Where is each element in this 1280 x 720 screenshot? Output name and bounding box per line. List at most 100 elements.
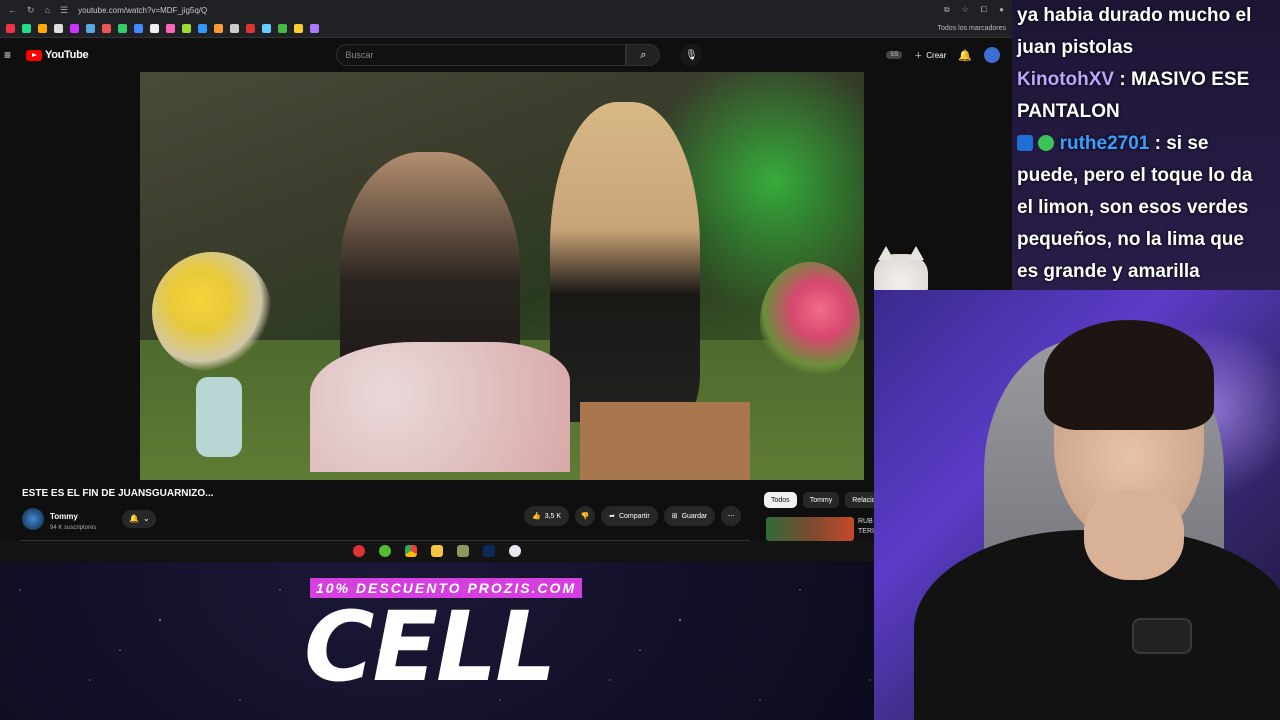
more-actions-button[interactable]: ⋯ <box>721 506 742 526</box>
yellow-bouquet <box>152 252 272 372</box>
youtube-header: ≡ YouTube Buscar ⌕ 🎙 SS ＋ Crear 🔔 <box>0 38 1012 72</box>
hamburger-menu-icon[interactable]: ≡ <box>4 48 18 62</box>
chat-text: el limon, son esos verdes <box>1017 197 1249 218</box>
app-icon[interactable] <box>509 545 521 557</box>
like-button[interactable]: 👍 3,5 K <box>524 506 570 526</box>
share-label: Compartir <box>618 512 650 520</box>
account-avatar[interactable] <box>984 47 1000 63</box>
voice-search-button[interactable]: 🎙 <box>680 44 703 66</box>
more-icon: ⋯ <box>727 513 735 520</box>
channel-info: Tommy 94 K suscriptores 🔔 ⌄ <box>22 506 157 531</box>
streamer-hair <box>1044 320 1214 430</box>
bookmark-icon[interactable] <box>118 24 127 33</box>
like-count: 3,5 K <box>544 512 562 520</box>
chat-text: ya habia durado mucho el <box>1017 5 1252 26</box>
all-bookmarks-link[interactable]: Todos los marcadores <box>938 25 1006 32</box>
pink-bouquet <box>760 262 860 382</box>
chip-all[interactable]: Todos <box>764 492 797 508</box>
bookmark-icon[interactable] <box>230 24 239 33</box>
address-field[interactable]: youtube.com/watch?v=MDF_jig5q/Q <box>78 6 934 15</box>
youtube-logo[interactable]: YouTube <box>26 49 89 61</box>
profile-icon[interactable]: ● <box>999 5 1004 15</box>
bookmark-icon[interactable] <box>310 24 319 33</box>
bookmark-icon[interactable] <box>150 24 159 33</box>
bookmark-icon[interactable] <box>262 24 271 33</box>
chat-app-icon[interactable] <box>379 545 391 557</box>
streamer-hand <box>1084 490 1184 580</box>
bookmark-icon[interactable] <box>198 24 207 33</box>
thumbs-up-icon: 👍 <box>532 513 541 520</box>
ss-badge: SS <box>886 51 903 59</box>
subscriber-count: 94 K suscriptores <box>50 525 97 531</box>
bell-icon: 🔔 <box>129 514 139 523</box>
folder-icon[interactable] <box>431 545 443 557</box>
chat-text: es grande y amarilla <box>1017 261 1200 282</box>
subscription-bell-button[interactable]: 🔔 ⌄ <box>122 509 157 528</box>
create-label: Crear <box>926 50 947 60</box>
bookmark-icon[interactable] <box>182 24 191 33</box>
chat-message: KinotohXV : MASIVO ESE PANTALON <box>1017 64 1276 128</box>
dislike-button[interactable]: 👎 <box>575 506 596 526</box>
save-icon: ⊞ <box>671 513 678 520</box>
share-button[interactable]: ➦ Compartir <box>601 506 658 526</box>
bookmark-icon[interactable] <box>278 24 287 33</box>
bookmark-icon[interactable] <box>54 24 63 33</box>
streamer-webcam <box>874 290 1280 720</box>
create-button[interactable]: ＋ Crear <box>914 50 946 61</box>
photoshop-icon[interactable] <box>483 545 495 557</box>
bookmark-icon[interactable] <box>70 24 79 33</box>
chat-text: : MASIVO ESE <box>1114 69 1250 90</box>
emote-badge-icon <box>1038 135 1055 151</box>
bookmark-icon[interactable] <box>22 24 31 33</box>
chat-text: : si se <box>1149 133 1209 154</box>
chat-text: pequeños, no la lima que <box>1017 229 1244 250</box>
notifications-bell-icon[interactable]: 🔔 <box>958 49 972 62</box>
search-input[interactable]: Buscar <box>336 44 627 66</box>
plus-icon: ＋ <box>914 50 923 60</box>
chrome-icon[interactable] <box>405 545 417 557</box>
channel-name[interactable]: Tommy <box>50 512 78 521</box>
chat-text: puede, pero el toque lo da <box>1017 165 1253 186</box>
share-icon: ➦ <box>609 513 615 520</box>
video-player[interactable] <box>140 72 864 480</box>
chevron-down-icon: ⌄ <box>142 514 150 523</box>
home-icon[interactable]: ⌂ <box>45 5 50 15</box>
bookmark-icon[interactable] <box>214 24 223 33</box>
reload-icon[interactable]: ↻ <box>27 5 35 16</box>
browser-url-bar: ← ↻ ⌂ ☰ youtube.com/watch?v=MDF_jig5q/Q … <box>0 0 1012 20</box>
channel-avatar[interactable] <box>22 507 44 530</box>
save-label: Guardar <box>681 512 708 520</box>
heart-blanket <box>310 342 570 472</box>
bookmark-icon[interactable] <box>6 24 15 33</box>
chat-message: ya habia durado mucho el juan pistolas <box>1017 0 1276 64</box>
video-actions: 👍 3,5 K 👎 ➦ Compartir ⊞ Guardar ⋯ <box>524 506 742 526</box>
chip-tommy[interactable]: Tommy <box>802 492 840 508</box>
bookmark-icon[interactable] <box>134 24 143 33</box>
app-icon[interactable] <box>457 545 469 557</box>
back-icon[interactable]: ← <box>8 5 17 15</box>
bookmark-icon[interactable] <box>38 24 47 33</box>
chat-username: KinotohXV <box>1017 69 1115 90</box>
chat-text: PANTALON <box>1017 101 1120 122</box>
related-title-line: RUB <box>858 518 873 525</box>
recording-app-icon[interactable] <box>353 545 365 557</box>
related-video-title[interactable]: RUB TERI <box>858 517 874 537</box>
bookmark-icon[interactable] <box>246 24 255 33</box>
search-button[interactable]: ⌕ <box>626 44 661 66</box>
chat-username: ruthe2701 <box>1059 133 1150 154</box>
bookmark-icon[interactable] <box>102 24 111 33</box>
related-video-thumbnail[interactable] <box>766 517 854 541</box>
related-filter-chips: Todos Tommy Relacio <box>764 492 883 508</box>
thumbs-down-icon: 👎 <box>580 513 590 520</box>
save-button[interactable]: ⊞ Guardar <box>663 506 716 526</box>
site-info-icon[interactable]: ☰ <box>60 5 68 16</box>
share-page-icon[interactable]: ⧉ <box>944 5 950 15</box>
bookmark-icon[interactable] <box>294 24 303 33</box>
bookmark-icon[interactable] <box>86 24 95 33</box>
youtube-play-icon <box>26 49 42 61</box>
bookmark-star-icon[interactable]: ☆ <box>962 5 969 15</box>
bookmark-icon[interactable] <box>166 24 175 33</box>
person-right <box>550 102 700 422</box>
bookmarks-bar: Todos los marcadores <box>0 20 1012 38</box>
extensions-icon[interactable]: ⧠ <box>981 5 987 15</box>
